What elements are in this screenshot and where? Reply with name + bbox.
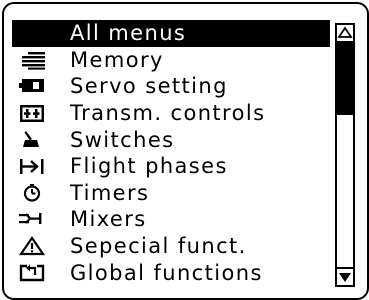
menu-item-label: Global functions [70,260,263,285]
menu-item-transm-controls[interactable]: Transm. controls [12,100,330,127]
servo-icon [18,76,46,96]
scrollbar-thumb[interactable] [337,43,353,115]
menu-item-flight-phases[interactable]: Flight phases [12,153,330,180]
menu-item-label: Flight phases [70,154,228,179]
menu-item-label: Memory [70,47,164,72]
flight-phases-icon [18,156,46,176]
menu-item-label: Timers [70,180,150,205]
menu-item-label: Transm. controls [70,101,266,126]
menu-item-memory[interactable]: Memory [12,47,330,74]
menu-item-label: Mixers [70,207,147,232]
transmitter-controls-icon [18,103,46,123]
menu-item-global-functions[interactable]: Global functions [12,259,330,286]
menu-item-servo-setting[interactable]: Servo setting [12,73,330,100]
scroll-up-arrow-icon[interactable] [337,25,353,43]
scrollbar[interactable] [335,23,355,287]
global-functions-icon [18,262,46,282]
warning-triangle-icon [18,235,46,256]
timer-icon [18,183,46,203]
menu-item-label: All menus [70,21,187,46]
scroll-down-arrow-icon[interactable] [337,267,353,285]
menu-list: All menus Memory Servo setting Transm. c… [12,20,330,286]
menu-item-all-menus[interactable]: All menus [12,20,330,47]
menu-item-switches[interactable]: Switches [12,126,330,153]
menu-item-timers[interactable]: Timers [12,180,330,207]
menu-item-label: Sepecial funct. [70,234,247,259]
menu-item-label: Servo setting [70,74,228,99]
menu-item-label: Switches [70,127,175,152]
menu-item-mixers[interactable]: Mixers [12,206,330,233]
mixer-icon [18,209,46,229]
memory-icon [18,50,46,70]
menu-item-special-functions[interactable]: Sepecial funct. [12,233,330,260]
switch-icon [18,129,46,149]
menu-screen: All menus Memory Servo setting Transm. c… [2,2,369,300]
